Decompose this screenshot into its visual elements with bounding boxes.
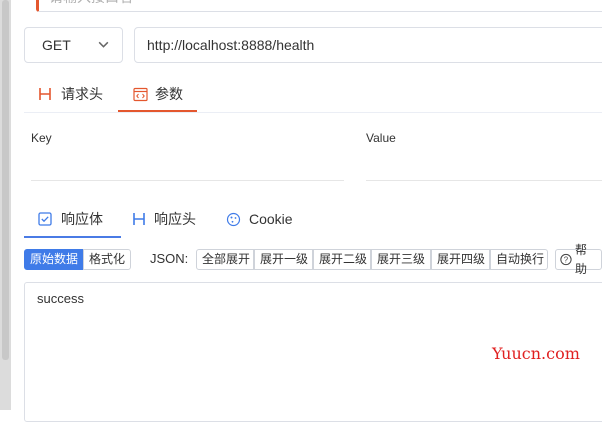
format-button[interactable]: 格式化	[83, 249, 131, 270]
scrollbar-thumb[interactable]	[2, 0, 9, 360]
help-label: 帮助	[574, 242, 587, 276]
tab-request-headers-label: 请求头	[61, 86, 103, 102]
tab-response-headers-label: 响应头	[154, 211, 196, 227]
help-button[interactable]: ? 帮助	[555, 243, 602, 276]
watermark: Yuucn.com	[492, 344, 580, 363]
tab-params-label: 参数	[155, 86, 183, 102]
expand-level-4-button[interactable]: 展开四级	[431, 249, 490, 270]
header-icon	[39, 88, 51, 100]
response-body-text: success	[37, 291, 84, 306]
active-response-tab-indicator	[24, 236, 121, 238]
url-input[interactable]: http://localhost:8888/health	[134, 27, 602, 63]
expand-level-1-button[interactable]: 展开一级	[254, 249, 313, 270]
word-wrap-button[interactable]: 自动换行	[490, 249, 548, 270]
code-icon	[133, 87, 148, 101]
tabs-divider	[24, 112, 602, 113]
checkbox-icon	[38, 212, 52, 226]
tab-cookie[interactable]: Cookie	[226, 202, 293, 236]
help-icon: ?	[560, 253, 572, 266]
key-column-header: Key	[31, 131, 52, 145]
tab-request-headers[interactable]: 请求头	[38, 76, 103, 112]
cookie-icon	[226, 212, 241, 226]
expand-all-button[interactable]: 全部展开	[196, 249, 254, 270]
expand-level-2-button[interactable]: 展开二级	[313, 249, 371, 270]
raw-data-button[interactable]: 原始数据	[24, 249, 85, 270]
left-scrollbar[interactable]	[0, 0, 11, 410]
api-name-input[interactable]: 请输入接口名	[36, 0, 602, 12]
expand-level-3-button[interactable]: 展开三级	[371, 249, 431, 270]
tab-response-body[interactable]: 响应体	[38, 202, 103, 236]
header-icon	[133, 213, 145, 225]
key-input-line[interactable]	[31, 180, 344, 181]
json-label: JSON:	[150, 251, 189, 266]
chevron-down-icon	[98, 41, 109, 48]
svg-text:?: ?	[564, 255, 569, 264]
method-value: GET	[42, 37, 71, 53]
tab-cookie-label: Cookie	[249, 211, 293, 227]
tab-params[interactable]: 参数	[133, 76, 183, 112]
method-select[interactable]: GET	[24, 27, 123, 63]
value-input-line[interactable]	[366, 180, 602, 181]
tab-response-body-label: 响应体	[61, 211, 103, 227]
active-tab-indicator	[118, 110, 197, 112]
tab-response-headers[interactable]: 响应头	[132, 202, 196, 236]
value-column-header: Value	[366, 131, 396, 145]
